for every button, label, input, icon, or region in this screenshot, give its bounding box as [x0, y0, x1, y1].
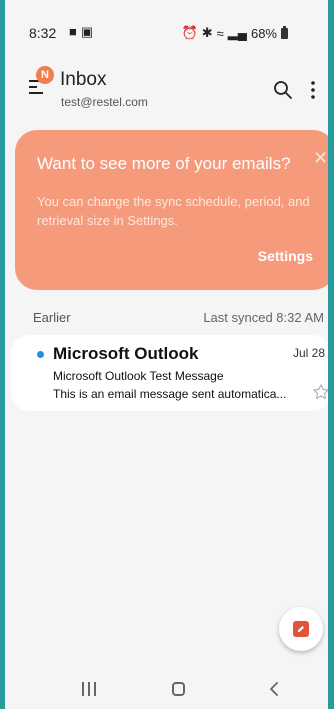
close-icon[interactable]: ✕ — [313, 148, 328, 169]
sync-tip-banner: Want to see more of your emails? ✕ You c… — [15, 130, 328, 290]
alarm-icon: ⏰ — [181, 25, 198, 40]
search-icon[interactable] — [273, 80, 293, 100]
wifi-icon: ≈ — [216, 25, 224, 41]
compose-button[interactable] — [279, 607, 323, 651]
back-icon[interactable] — [267, 680, 281, 698]
recent-apps-icon[interactable] — [82, 682, 96, 696]
inbox-header: N Inbox test@restel.com — [5, 60, 328, 120]
message-subject: Microsoft Outlook Test Message — [53, 369, 224, 383]
unread-indicator — [37, 351, 44, 358]
status-bar: 8:32 ■▣ ⏰ ✱ ≈ ▂▄ 68% — [5, 0, 328, 60]
account-email: test@restel.com — [61, 95, 148, 109]
folder-title: Inbox — [60, 69, 107, 90]
status-time: 8:32 — [29, 25, 57, 41]
chat-icon: ■ — [69, 24, 81, 39]
notification-icons: ■▣ — [69, 24, 97, 40]
status-right: ⏰ ✱ ≈ ▂▄ 68% — [182, 25, 288, 41]
image-icon: ▣ — [80, 24, 98, 39]
list-item[interactable]: Microsoft Outlook Jul 28 Microsoft Outlo… — [11, 335, 328, 411]
system-nav-bar — [5, 670, 328, 709]
home-icon[interactable] — [172, 682, 185, 696]
sync-status: Last synced 8:32 AM — [203, 310, 324, 325]
banner-title: Want to see more of your emails? — [37, 154, 291, 173]
section-label: Earlier — [33, 310, 71, 325]
settings-button[interactable]: Settings — [258, 248, 313, 264]
signal-icon: ▂▄ — [227, 25, 247, 40]
message-date: Jul 28 — [292, 346, 325, 360]
message-sender: Microsoft Outlook — [53, 344, 199, 363]
app-screen: 8:32 ■▣ ⏰ ✱ ≈ ▂▄ 68% N Inbox test@restel… — [5, 0, 328, 709]
more-options-icon[interactable] — [309, 80, 317, 100]
notification-badge: N — [36, 66, 54, 84]
star-icon[interactable] — [312, 383, 328, 401]
message-preview: This is an email message sent automatica… — [53, 387, 287, 401]
section-header: Earlier Last synced 8:32 AM — [5, 305, 328, 327]
battery-icon — [281, 25, 288, 39]
compose-icon — [293, 621, 309, 637]
battery-percent: 68% — [250, 25, 277, 41]
banner-body: You can change the sync schedule, period… — [37, 194, 310, 228]
bluetooth-icon: ✱ — [201, 25, 213, 40]
